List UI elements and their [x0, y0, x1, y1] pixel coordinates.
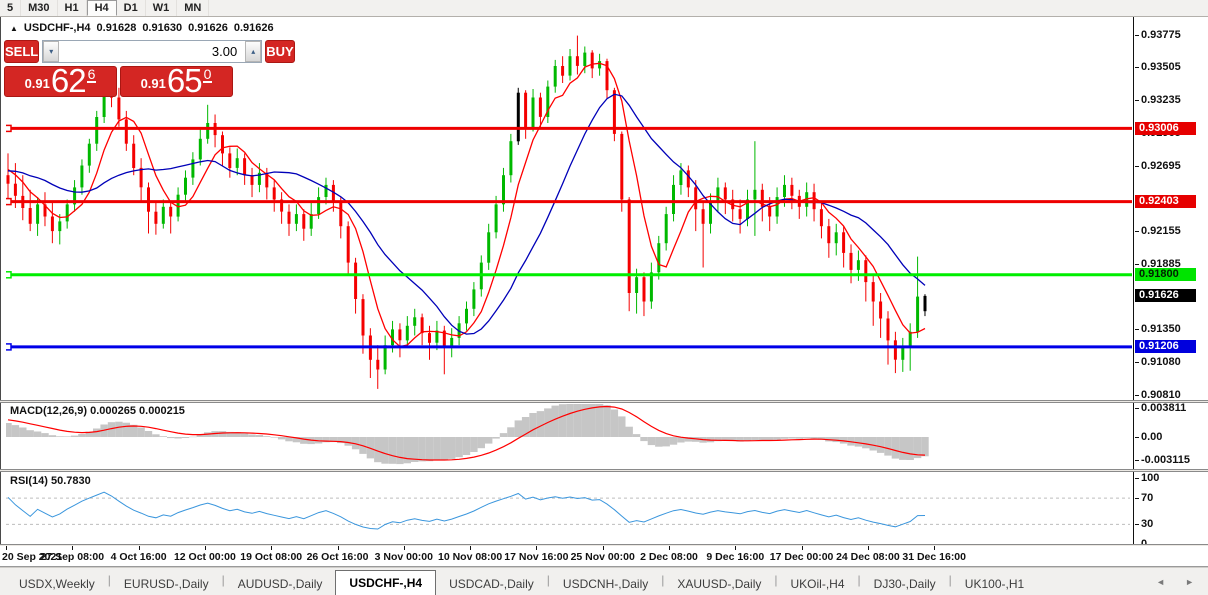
rsi-scale-label: 100 [1141, 472, 1159, 485]
tab-audusd-daily[interactable]: AUDUSD-,Daily [225, 574, 336, 595]
time-axis-tick [934, 546, 935, 550]
timeframe-button-m30[interactable]: M30 [21, 0, 57, 16]
time-axis-tick [72, 546, 73, 550]
time-axis-tick [735, 546, 736, 550]
timeframe-button-w1[interactable]: W1 [146, 0, 178, 16]
volume-input[interactable] [59, 41, 245, 62]
price-axis-label: 0.92155 [1141, 225, 1181, 238]
time-axis-label: 27 Sep 08:00 [39, 551, 105, 563]
ohlc-open: 0.91628 [97, 22, 137, 34]
timeframe-button-d1[interactable]: D1 [117, 0, 146, 16]
time-axis-label: 12 Oct 00:00 [172, 551, 238, 563]
tab-xauusd-daily[interactable]: XAUUSD-,Daily [664, 574, 774, 595]
time-axis-label: 31 Dec 16:00 [901, 551, 967, 563]
price-line-badge: 0.92403 [1135, 195, 1196, 208]
buy-price-big: 65 [167, 67, 202, 95]
volume-stepper: ▾ ▴ [42, 40, 262, 63]
time-axis-label: 4 Oct 16:00 [106, 551, 172, 563]
one-click-trading-panel: SELL ▾ ▴ BUY 0.91 62 6 0.91 65 0 [4, 40, 233, 97]
time-axis-tick [603, 546, 604, 550]
ohlc-low: 0.91626 [188, 22, 228, 34]
time-axis-label: 25 Nov 00:00 [570, 551, 636, 563]
time-axis-label: 9 Dec 16:00 [702, 551, 768, 563]
sell-price-big: 62 [51, 67, 86, 95]
time-axis-tick [271, 546, 272, 550]
tab-eurusd-daily[interactable]: EURUSD-,Daily [111, 574, 222, 595]
chart-symbol-title: USDCHF-,H4 [24, 22, 91, 34]
timeframe-button-h4[interactable]: H4 [87, 0, 117, 16]
sell-price-button[interactable]: 0.91 62 6 [4, 66, 117, 97]
macd-label: MACD(12,26,9) 0.000265 0.000215 [10, 405, 185, 417]
price-axis-label: 0.91080 [1141, 356, 1181, 369]
time-axis-tick [205, 546, 206, 550]
time-axis-label: 24 Dec 08:00 [835, 551, 901, 563]
time-axis-label: 19 Oct 08:00 [238, 551, 304, 563]
tab-usdcad-daily[interactable]: USDCAD-,Daily [436, 574, 547, 595]
volume-decrease-icon[interactable]: ▾ [43, 41, 59, 62]
rsi-scale-label: 30 [1141, 518, 1153, 531]
sell-price-prefix: 0.91 [25, 76, 50, 91]
price-line-badge: 0.93006 [1135, 122, 1196, 135]
tab-usdchf-h4[interactable]: USDCHF-,H4 [335, 570, 436, 595]
price-axis-label: 0.92695 [1141, 160, 1181, 173]
buy-price-prefix: 0.91 [141, 76, 166, 91]
sell-button[interactable]: SELL [4, 40, 39, 63]
time-axis-label: 17 Dec 00:00 [769, 551, 835, 563]
rsi-scale-label: 70 [1141, 492, 1153, 505]
price-axis[interactable]: 0.937750.935050.932350.929650.926950.921… [1133, 17, 1208, 546]
time-axis-label: 10 Nov 08:00 [437, 551, 503, 563]
macd-scale-label: 0.00 [1141, 431, 1162, 444]
price-line-badge: 0.91626 [1135, 289, 1196, 302]
ohlc-high: 0.91630 [142, 22, 182, 34]
sell-price-pip: 6 [87, 67, 97, 83]
macd-scale-label: 0.003811 [1141, 402, 1186, 415]
macd-scale-label: -0.003115 [1141, 454, 1190, 467]
time-axis-label: 26 Oct 16:00 [305, 551, 371, 563]
timeframe-button-h1[interactable]: H1 [58, 0, 87, 16]
time-axis-tick [536, 546, 537, 550]
timeframe-toolbar: 5M30H1H4D1W1MN [0, 0, 1208, 17]
time-axis-splitter[interactable] [0, 544, 1208, 546]
rsi-pane-splitter[interactable] [0, 469, 1208, 472]
timeframe-button-5[interactable]: 5 [0, 0, 21, 16]
tab-uk100-h1[interactable]: UK100-,H1 [952, 574, 1037, 595]
time-axis-label: 17 Nov 16:00 [503, 551, 569, 563]
terminal-window: 5M30H1H4D1W1MN 0.93775 0.93505 0.93235 0.92… [0, 0, 1208, 595]
time-axis-tick [802, 546, 803, 550]
chart-tab-bar: USDX,Weekly|EURUSD-,Daily|AUDUSD-,DailyU… [0, 567, 1208, 595]
price-axis-label: 0.93775 [1141, 29, 1181, 42]
price-axis-label: 0.93505 [1141, 61, 1181, 74]
price-line-badge: 0.91800 [1135, 268, 1196, 281]
time-axis-tick [338, 546, 339, 550]
volume-increase-icon[interactable]: ▴ [245, 41, 261, 62]
tab-usdx-weekly[interactable]: USDX,Weekly [6, 574, 108, 595]
tab-scroll-left-icon[interactable]: ◄ [1156, 577, 1165, 587]
buy-button[interactable]: BUY [265, 40, 294, 63]
ohlc-close: 0.91626 [234, 22, 274, 34]
buy-price-button[interactable]: 0.91 65 0 [120, 66, 233, 97]
tab-usdcnh-daily[interactable]: USDCNH-,Daily [550, 574, 661, 595]
time-axis[interactable]: 20 Sep 202127 Sep 08:004 Oct 16:0012 Oct… [0, 546, 1208, 567]
tab-ukoil-h4[interactable]: UKOil-,H4 [778, 574, 858, 595]
timeframe-button-mn[interactable]: MN [177, 0, 209, 16]
time-axis-tick [404, 546, 405, 550]
tab-dj30-daily[interactable]: DJ30-,Daily [861, 574, 949, 595]
time-axis-label: 3 Nov 00:00 [371, 551, 437, 563]
time-axis-label: 2 Dec 08:00 [636, 551, 702, 563]
chart-header: ▲ USDCHF-,H4 0.91628 0.91630 0.91626 0.9… [10, 22, 274, 34]
rsi-label: RSI(14) 50.7830 [10, 475, 91, 487]
macd-pane-splitter[interactable] [0, 400, 1208, 403]
time-axis-tick [6, 546, 7, 550]
time-axis-tick [868, 546, 869, 550]
time-axis-tick [470, 546, 471, 550]
price-axis-label: 0.93235 [1141, 94, 1181, 107]
tab-scroll-arrows: ◄► [1156, 577, 1194, 587]
buy-price-pip: 0 [203, 67, 213, 83]
time-axis-tick [669, 546, 670, 550]
time-axis-tick [139, 546, 140, 550]
price-axis-label: 0.91350 [1141, 323, 1181, 336]
collapse-chart-icon[interactable]: ▲ [10, 24, 18, 33]
tab-scroll-right-icon[interactable]: ► [1185, 577, 1194, 587]
price-line-badge: 0.91206 [1135, 340, 1196, 353]
